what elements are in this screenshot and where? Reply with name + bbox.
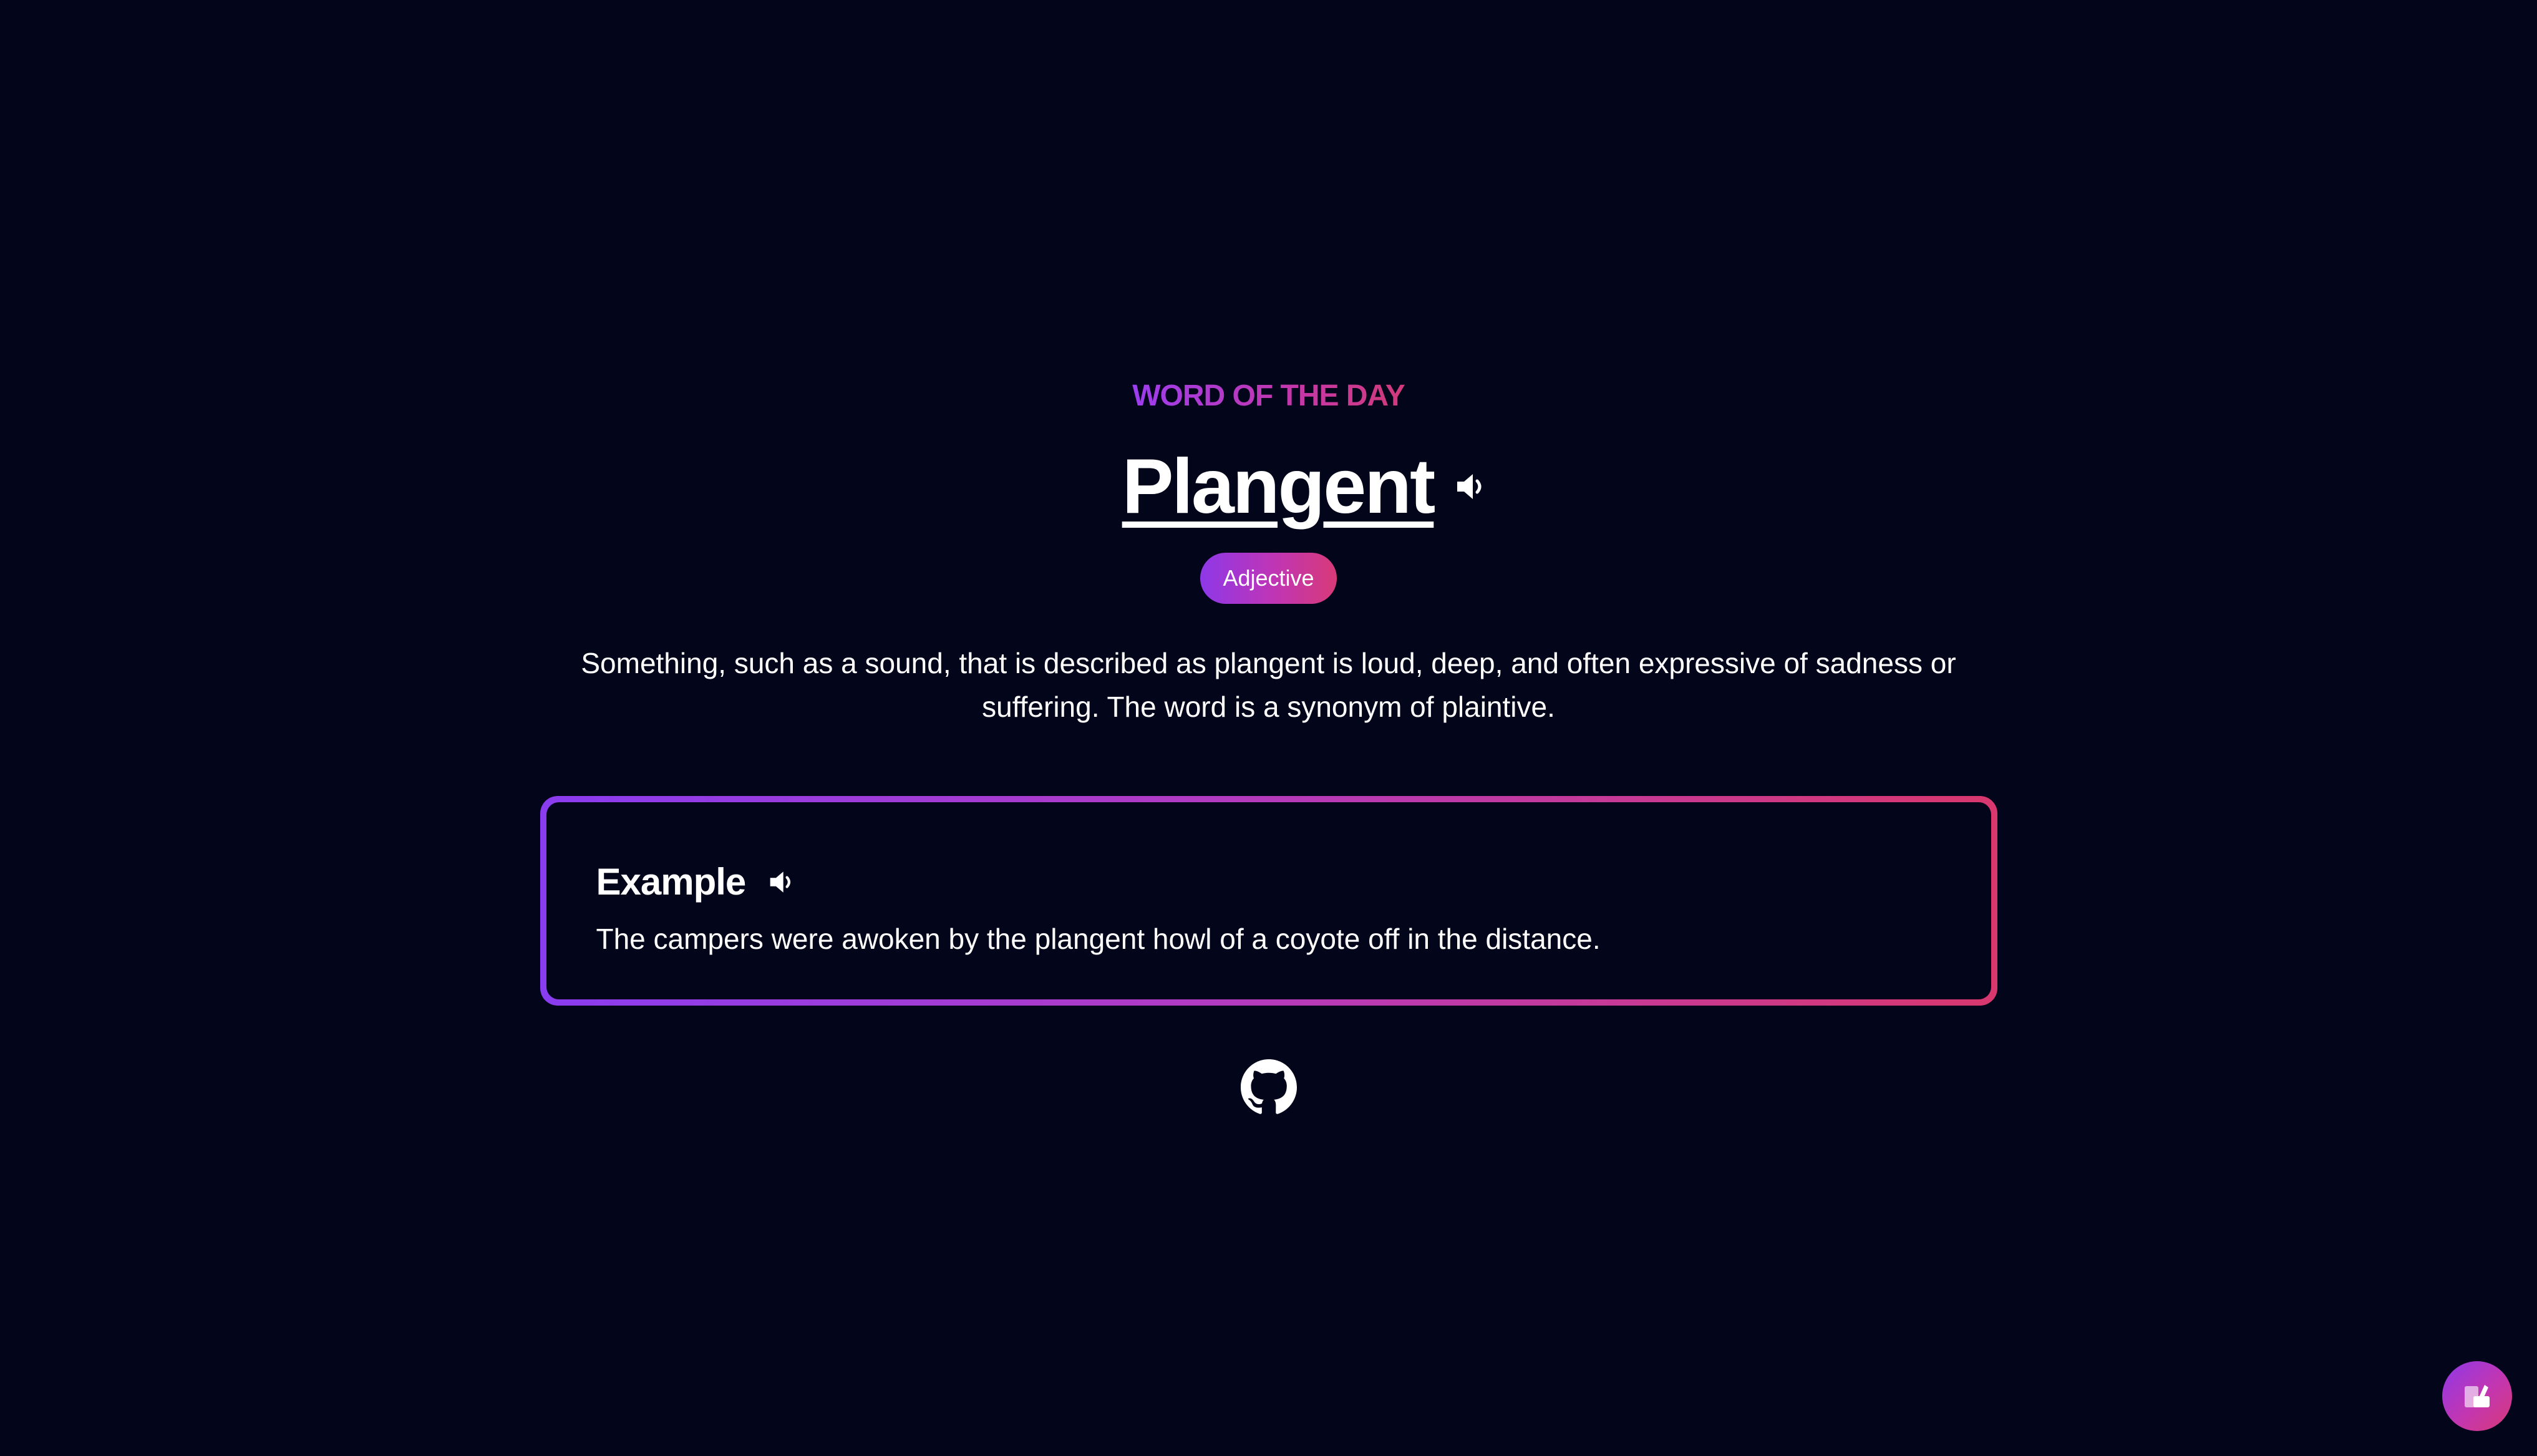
word-pronounce-button[interactable] — [1456, 472, 1487, 501]
page: WORD OF THE DAY Plangent Adjective Somet… — [0, 0, 2537, 1456]
word-title-link[interactable]: Plangent — [1122, 443, 1436, 530]
github-icon — [1240, 1059, 1297, 1114]
speaker-icon — [1457, 474, 1482, 499]
floating-app-button[interactable] — [2442, 1361, 2512, 1431]
app-logo-icon — [2465, 1385, 2490, 1407]
example-sentence: The campers were awoken by the plangent … — [596, 923, 1601, 955]
word-of-the-day-card: WORD OF THE DAY Plangent Adjective Somet… — [0, 0, 2537, 1115]
example-header: Example — [596, 858, 1941, 906]
word-row: Plangent — [1122, 443, 1488, 530]
part-of-speech-badge: Adjective — [1200, 553, 1337, 604]
example-pronounce-button[interactable] — [769, 870, 795, 895]
word-definition: Something, such as a sound, that is desc… — [581, 647, 1956, 723]
example-title: Example — [596, 861, 747, 903]
example-content: Example The campers were awoken by the p… — [546, 802, 1991, 999]
example-box: Example The campers were awoken by the p… — [540, 796, 1997, 1006]
github-link[interactable] — [1240, 1059, 1297, 1115]
speaker-icon — [770, 871, 791, 893]
eyebrow-heading: WORD OF THE DAY — [1132, 374, 1405, 418]
